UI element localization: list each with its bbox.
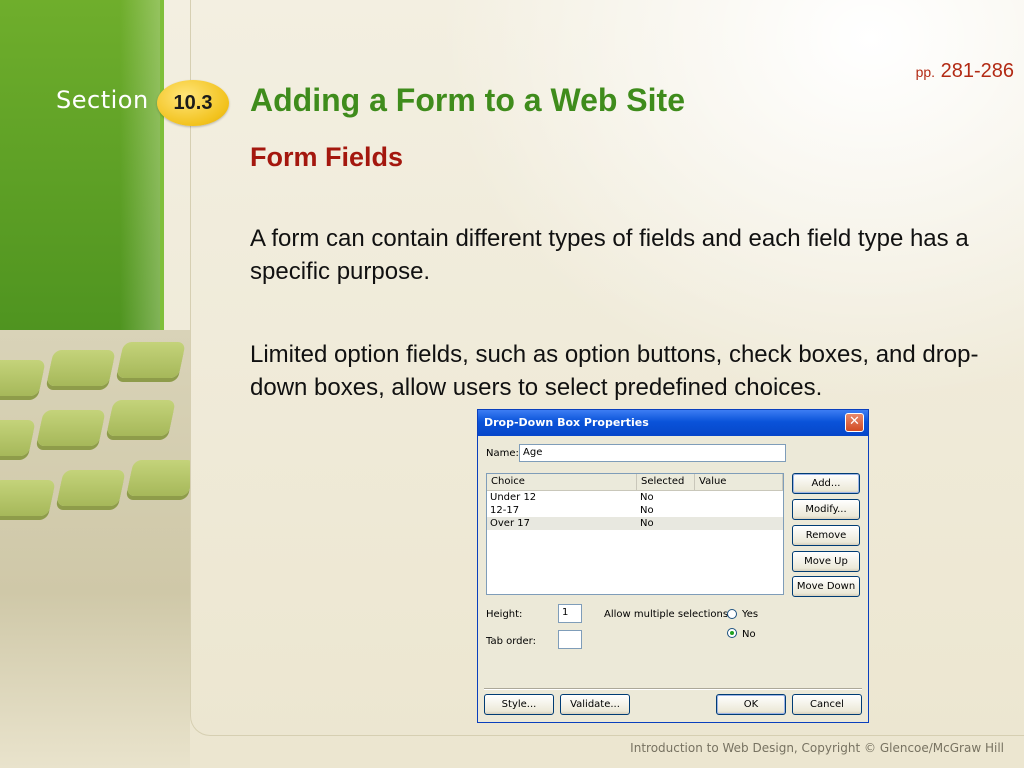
radio-no-icon[interactable] [727,628,737,638]
pages-prefix: pp. [915,64,936,80]
slide-title: Adding a Form to a Web Site [250,82,685,118]
move-down-button[interactable]: Move Down [792,576,860,597]
keyboard-key [126,460,190,496]
add-button[interactable]: Add... [792,473,860,494]
page-reference: pp. 281-286 [916,60,1014,83]
yes-label[interactable]: Yes [742,609,758,620]
name-label: Name: [486,448,519,459]
allow-multiple-label: Allow multiple selections: [604,609,732,620]
value-cell [695,491,783,504]
column-header-selected[interactable]: Selected [637,474,695,490]
selected-cell: No [640,505,654,516]
column-header-value[interactable]: Value [695,474,783,490]
keyboard-key [116,342,186,378]
keyboard-key [56,470,126,506]
selected-cell: No [640,492,654,503]
modify-button[interactable]: Modify... [792,499,860,520]
no-label[interactable]: No [742,629,756,640]
radio-yes-icon[interactable] [727,609,737,619]
list-item[interactable]: Under 12 No [487,491,783,504]
height-field[interactable]: 1 [558,604,582,623]
keyboard-key [106,400,176,436]
green-sidebar-band [0,0,160,330]
dialog-separator [484,688,862,690]
drop-down-box-properties-dialog: Drop-Down Box Properties ✕ Name: Age Cho… [477,409,869,723]
dialog-titlebar[interactable]: Drop-Down Box Properties ✕ [478,410,868,436]
choice-cell: Under 12 [490,492,537,503]
selected-cell: No [640,518,654,529]
copyright-footer: Introduction to Web Design, Copyright © … [630,741,1004,755]
pages-range: 281-286 [940,60,1014,82]
keyboard-key [36,410,106,446]
style-button[interactable]: Style... [484,694,554,715]
slide-subtitle: Form Fields [250,142,404,172]
keyboard-key [46,350,116,386]
keyboard-decoration [0,330,190,768]
choice-cell: Over 17 [490,518,530,529]
tab-order-field[interactable] [558,630,582,649]
name-field[interactable]: Age [519,444,786,462]
close-icon[interactable]: ✕ [845,413,864,432]
section-number-badge: 10.3 [157,80,229,126]
keyboard-key [0,480,56,516]
value-cell [695,504,783,517]
ok-button[interactable]: OK [716,694,786,715]
section-label: Section [56,86,149,114]
sidebar-accent-line [160,0,164,330]
tab-order-label: Tab order: [486,636,536,647]
keyboard-key [0,420,36,456]
list-item[interactable]: Over 17 No [487,517,783,530]
list-item[interactable]: 12-17 No [487,504,783,517]
choice-cell: 12-17 [490,505,520,516]
paragraph-2: Limited option fields, such as option bu… [250,341,979,401]
remove-button[interactable]: Remove [792,525,860,546]
dialog-title: Drop-Down Box Properties [484,416,649,429]
value-cell [695,517,783,530]
height-label: Height: [486,609,523,620]
choices-list-header: Choice Selected Value [487,474,783,491]
choices-list[interactable]: Choice Selected Value Under 12 No 12-17 … [486,473,784,595]
move-up-button[interactable]: Move Up [792,551,860,572]
paragraph-1: A form can contain different types of fi… [250,225,969,285]
column-header-choice[interactable]: Choice [487,474,637,490]
keyboard-key [0,360,46,396]
cancel-button[interactable]: Cancel [792,694,862,715]
validate-button[interactable]: Validate... [560,694,630,715]
